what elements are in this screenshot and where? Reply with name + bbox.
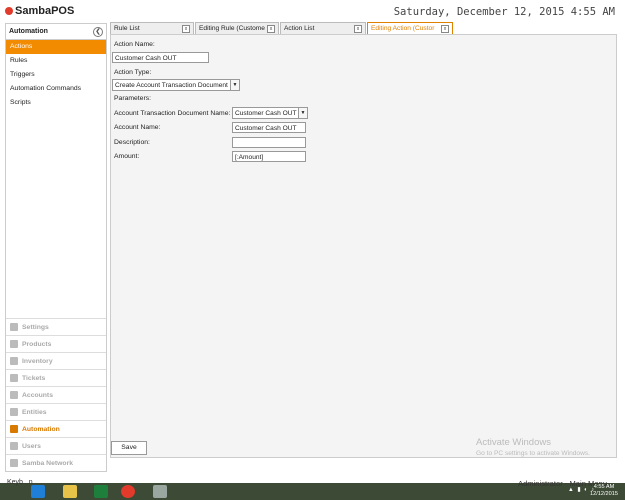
tab-editing-action[interactable]: Editing Action (Custor x bbox=[367, 22, 453, 34]
module-label: Users bbox=[22, 442, 41, 450]
pencil-icon bbox=[10, 425, 18, 433]
module-label: Entities bbox=[22, 408, 47, 416]
tab-action-list[interactable]: Action List x bbox=[280, 22, 366, 34]
doc-name-select[interactable]: Customer Cash OUT ▼ bbox=[232, 107, 308, 119]
sidebar-item-triggers[interactable]: Triggers bbox=[6, 68, 106, 82]
chevron-down-icon[interactable]: ▼ bbox=[298, 108, 307, 118]
app-header: SambaPOS Saturday, December 12, 2015 4:5… bbox=[0, 0, 625, 23]
sidebar-item-scripts[interactable]: Scripts bbox=[6, 96, 106, 110]
module-label: Inventory bbox=[22, 357, 53, 365]
close-icon[interactable]: x bbox=[267, 24, 275, 33]
amount-label: Amount: bbox=[114, 153, 140, 160]
sidebar-item-actions[interactable]: Actions bbox=[6, 40, 106, 54]
module-users[interactable]: Users bbox=[6, 437, 106, 454]
navigation-panel: Automation ❮ Actions Rules Triggers Auto… bbox=[5, 23, 107, 472]
module-label: Automation bbox=[22, 425, 60, 433]
tab-editing-rule[interactable]: Editing Rule (Custome x bbox=[195, 22, 279, 34]
module-inventory[interactable]: Inventory bbox=[6, 352, 106, 369]
module-products[interactable]: Products bbox=[6, 335, 106, 352]
tab-label: Action List bbox=[284, 25, 315, 32]
box-icon bbox=[10, 357, 18, 365]
doc-name-value: Customer Cash OUT bbox=[235, 110, 297, 117]
module-tickets[interactable]: Tickets bbox=[6, 369, 106, 386]
module-label: Tickets bbox=[22, 374, 46, 382]
logo-text: SambaPOS bbox=[15, 5, 75, 17]
grid-icon bbox=[10, 408, 18, 416]
sambapos-icon[interactable] bbox=[121, 485, 135, 498]
back-icon[interactable]: ❮ bbox=[93, 26, 103, 37]
sidebar-item-rules[interactable]: Rules bbox=[6, 54, 106, 68]
close-icon[interactable]: x bbox=[354, 24, 362, 33]
action-name-label: Action Name: bbox=[114, 41, 155, 48]
folder-icon[interactable] bbox=[63, 485, 77, 498]
gear-icon bbox=[10, 323, 18, 331]
module-samba-network[interactable]: Samba Network bbox=[6, 454, 106, 471]
action-type-select[interactable]: Create Account Transaction Document ▼ bbox=[112, 79, 240, 91]
module-automation[interactable]: Automation bbox=[6, 420, 106, 437]
tray-clock: 4:55 AM 12/12/2015 bbox=[590, 484, 618, 498]
action-type-label: Action Type: bbox=[114, 69, 152, 76]
module-label: Accounts bbox=[22, 391, 53, 399]
tab-label: Editing Rule (Custome bbox=[199, 25, 265, 32]
module-settings[interactable]: Settings bbox=[6, 318, 106, 335]
module-accounts[interactable]: Accounts bbox=[6, 386, 106, 403]
parameters-label: Parameters: bbox=[114, 95, 152, 102]
cup-icon bbox=[10, 340, 18, 348]
module-label: Settings bbox=[22, 323, 49, 331]
watermark-subtitle: Go to PC settings to activate Windows. bbox=[476, 450, 590, 457]
amount-input[interactable]: [:Amount] bbox=[232, 151, 306, 162]
action-type-value: Create Account Transaction Document bbox=[115, 82, 228, 89]
panel-header: Automation ❮ bbox=[6, 24, 106, 40]
tray-date: 12/12/2015 bbox=[590, 491, 618, 497]
close-icon[interactable]: x bbox=[182, 24, 190, 33]
globe-icon bbox=[10, 459, 18, 467]
action-editor bbox=[110, 34, 617, 458]
ticket-icon bbox=[10, 374, 18, 382]
tomato-icon bbox=[5, 7, 13, 15]
tab-label: Rule List bbox=[114, 25, 140, 32]
description-label: Description: bbox=[114, 139, 150, 146]
watermark-title: Activate Windows bbox=[476, 437, 551, 448]
panel-title: Automation bbox=[9, 28, 48, 35]
description-input[interactable] bbox=[232, 137, 306, 148]
excel-icon[interactable] bbox=[94, 485, 108, 498]
module-label: Samba Network bbox=[22, 459, 73, 467]
save-button[interactable]: Save bbox=[111, 441, 147, 455]
account-name-input[interactable]: Customer Cash OUT bbox=[232, 122, 306, 133]
tray-time: 4:55 AM bbox=[593, 484, 615, 490]
tab-label: Editing Action (Custor bbox=[371, 25, 435, 32]
close-icon[interactable]: x bbox=[441, 24, 449, 33]
document-tabs: Rule List x Editing Rule (Custome x Acti… bbox=[110, 22, 454, 34]
ledger-icon bbox=[10, 391, 18, 399]
tab-rule-list[interactable]: Rule List x bbox=[110, 22, 194, 34]
module-list: Settings Products Inventory Tickets Acco… bbox=[6, 318, 106, 471]
app-logo: SambaPOS bbox=[5, 5, 74, 17]
doc-name-label: Account Transaction Document Name: bbox=[114, 110, 231, 117]
sidebar-item-automation-commands[interactable]: Automation Commands bbox=[6, 82, 106, 96]
app-icon[interactable] bbox=[153, 485, 167, 498]
header-clock: Saturday, December 12, 2015 4:55 AM bbox=[393, 6, 615, 18]
action-name-input[interactable]: Customer Cash OUT bbox=[112, 52, 209, 63]
ie-icon[interactable] bbox=[31, 485, 45, 498]
users-icon bbox=[10, 442, 18, 450]
account-name-label: Account Name: bbox=[114, 124, 161, 131]
keyboard-status: Keyb...n bbox=[7, 479, 33, 486]
chevron-down-icon[interactable]: ▼ bbox=[230, 80, 239, 90]
module-entities[interactable]: Entities bbox=[6, 403, 106, 420]
module-label: Products bbox=[22, 340, 52, 348]
